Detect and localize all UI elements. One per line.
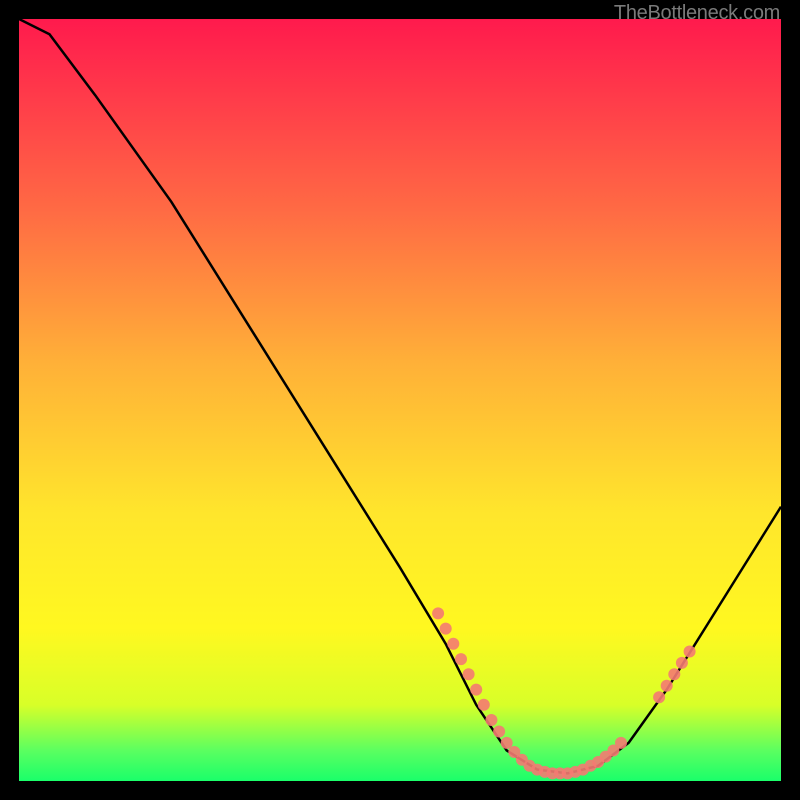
chart-svg <box>19 19 781 781</box>
data-point <box>615 737 627 749</box>
bottleneck-curve <box>19 19 781 773</box>
data-point <box>684 646 696 658</box>
data-point <box>493 726 505 738</box>
data-point <box>463 668 475 680</box>
data-point <box>653 691 665 703</box>
data-point <box>478 699 490 711</box>
data-point <box>432 607 444 619</box>
data-point <box>455 653 467 665</box>
data-point <box>668 668 680 680</box>
data-point <box>447 638 459 650</box>
data-point <box>661 680 673 692</box>
data-point <box>485 714 497 726</box>
data-point <box>440 623 452 635</box>
data-point <box>470 684 482 696</box>
data-points-group <box>432 607 695 779</box>
chart-plot-area <box>19 19 781 781</box>
attribution-text: TheBottleneck.com <box>614 2 780 25</box>
data-point <box>676 657 688 669</box>
